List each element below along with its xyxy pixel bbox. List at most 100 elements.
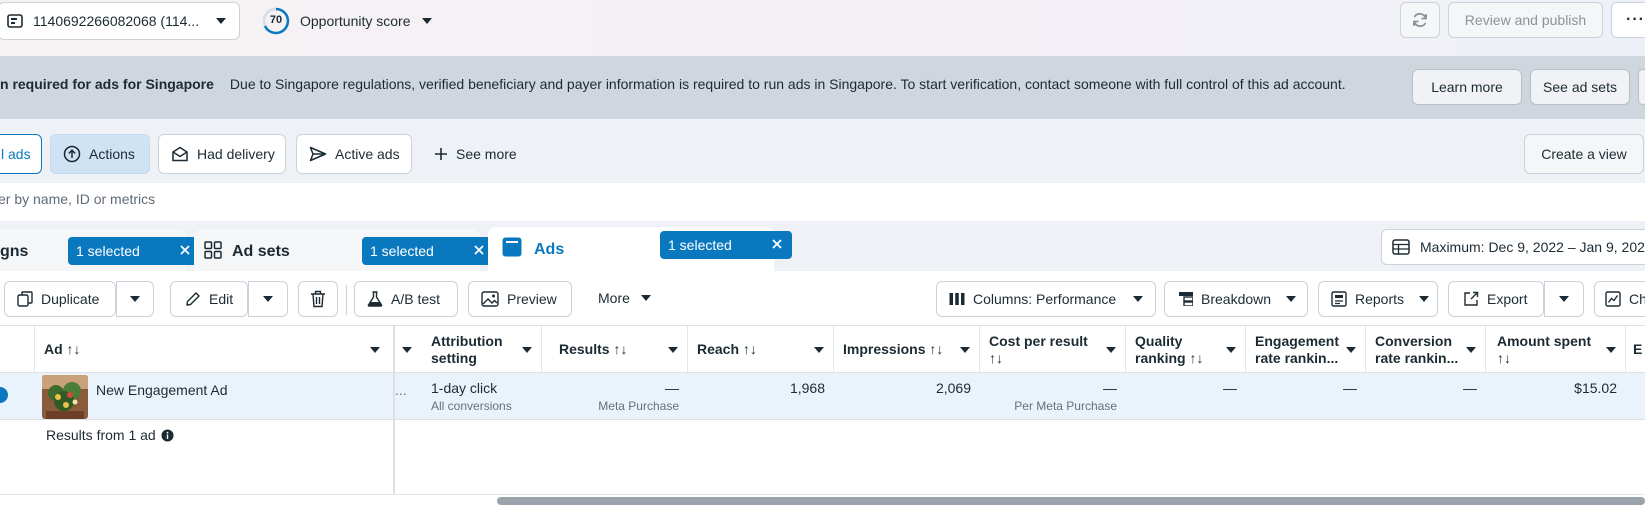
more-options-button[interactable]: ··· <box>1611 2 1645 38</box>
reports-button[interactable]: Reports <box>1318 281 1438 317</box>
column-header-engagement-ranking[interactable]: Engagement rate rankin... <box>1245 326 1365 373</box>
more-actions-button[interactable]: More <box>598 290 652 306</box>
see-ad-sets-button[interactable]: See ad sets <box>1530 69 1630 105</box>
chevron-down-icon[interactable] <box>1105 346 1117 354</box>
edit-button[interactable]: Edit <box>170 281 248 317</box>
export-button[interactable]: Export <box>1448 281 1544 317</box>
filter-active-ads-label: Active ads <box>335 146 400 162</box>
duplicate-button[interactable]: Duplicate <box>4 281 116 317</box>
chevron-down-icon <box>1558 295 1570 303</box>
more-actions-label: More <box>598 290 630 306</box>
breakdown-button[interactable]: Breakdown <box>1164 281 1308 317</box>
results-sub: Meta Purchase <box>598 399 679 413</box>
column-header-attribution[interactable]: Attribution setting <box>421 326 541 373</box>
table-row[interactable]: New Engagement Ad ... 1-day click All co… <box>0 373 1645 420</box>
chevron-down-icon[interactable] <box>1465 346 1477 354</box>
reach-value: 1,968 <box>789 380 825 396</box>
close-icon[interactable] <box>178 243 192 257</box>
chevron-down-icon[interactable] <box>401 346 413 354</box>
envelope-icon <box>171 146 189 162</box>
tab-ads-label: Ads <box>534 241 565 258</box>
review-and-publish-button[interactable]: Review and publish <box>1448 2 1603 38</box>
chevron-down-icon[interactable] <box>369 346 381 354</box>
refresh-button[interactable] <box>1400 2 1440 38</box>
column-header-conversion-ranking[interactable]: Conversion rate rankin... <box>1365 326 1485 373</box>
account-selector[interactable]: 1140692266082068 (114... <box>0 2 240 40</box>
columns-button[interactable]: Columns: Performance <box>936 281 1156 317</box>
column-header-quality-ranking[interactable]: Quality ranking ↑↓ <box>1125 326 1245 373</box>
campaigns-selected-pill[interactable]: 1 selected <box>68 237 200 265</box>
edit-dropdown-button[interactable] <box>248 281 288 317</box>
top-bar: 1140692266082068 (114... 70 Opportunity … <box>0 0 1645 56</box>
duplicate-dropdown-button[interactable] <box>116 281 154 317</box>
opportunity-score-label: Opportunity score <box>300 13 411 29</box>
chevron-down-icon <box>640 294 652 302</box>
chevron-down-icon[interactable] <box>813 346 825 354</box>
column-header-impressions[interactable]: Impressions ↑↓ <box>833 326 979 373</box>
info-icon[interactable] <box>161 429 174 442</box>
column-header-cost-per-result[interactable]: Cost per result ↑↓ <box>979 326 1125 373</box>
column-header-amount-spent[interactable]: Amount spent ↑↓ <box>1485 326 1625 373</box>
column-header-delivery[interactable] <box>395 326 421 373</box>
opportunity-score[interactable]: 70 Opportunity score <box>262 6 433 36</box>
ad-thumbnail <box>42 375 88 419</box>
filter-all-ads[interactable]: l ads <box>0 134 42 174</box>
chevron-down-icon[interactable] <box>959 346 971 354</box>
charts-button[interactable]: Ch <box>1594 281 1645 317</box>
amount-spent-value: $15.02 <box>1574 380 1617 396</box>
ab-test-button[interactable]: A/B test <box>354 281 458 317</box>
chevron-down-icon <box>1285 295 1297 303</box>
column-header-reach[interactable]: Reach ↑↓ <box>687 326 833 373</box>
see-more-filters-button[interactable]: See more <box>432 134 532 174</box>
cost-sub: Per Meta Purchase <box>1014 399 1117 413</box>
chevron-down-icon[interactable] <box>667 346 679 354</box>
frozen-column-divider[interactable] <box>393 325 395 495</box>
level-tabs: gns 1 selected Ad sets 1 selected Ads 1 … <box>0 221 1645 271</box>
filter-actions[interactable]: Actions <box>50 134 150 174</box>
ads-selected-pill[interactable]: 1 selected <box>660 231 792 259</box>
ads-toolbar: Duplicate Edit A/B test Preview More Col… <box>0 271 1645 325</box>
column-header-attribution-label: Attribution setting <box>431 332 503 366</box>
column-header-ad[interactable]: Ad ↑↓ <box>34 326 393 373</box>
reports-label: Reports <box>1355 291 1405 307</box>
toolbar-divider <box>346 285 347 315</box>
close-icon[interactable] <box>472 243 486 257</box>
column-header-status[interactable] <box>0 326 34 373</box>
search-input[interactable] <box>0 191 598 207</box>
ad-name[interactable]: New Engagement Ad <box>96 382 228 398</box>
chevron-down-icon[interactable] <box>1225 346 1237 354</box>
filter-active-ads[interactable]: Active ads <box>296 134 412 174</box>
attribution-value: 1-day click <box>431 380 498 396</box>
column-header-next[interactable]: E <box>1625 326 1645 373</box>
chevron-down-icon <box>1132 295 1144 303</box>
learn-more-button[interactable]: Learn more <box>1412 69 1522 105</box>
column-header-results[interactable]: Results ↑↓ <box>541 326 687 373</box>
horizontal-scrollbar[interactable] <box>497 497 1645 505</box>
ads-selected-label: 1 selected <box>668 237 732 253</box>
date-range-picker[interactable]: Maximum: Dec 9, 2022 – Jan 9, 2026 <box>1381 229 1645 265</box>
ad-sets-selected-pill[interactable]: 1 selected <box>362 237 494 265</box>
close-icon[interactable] <box>770 237 784 251</box>
results-summary: Results from 1 ad <box>46 427 174 443</box>
chevron-down-icon[interactable] <box>1345 346 1357 354</box>
trash-icon <box>310 290 326 308</box>
ad-sets-icon <box>204 241 222 259</box>
tab-ad-sets[interactable]: Ad sets 1 selected <box>194 229 494 271</box>
filter-had-delivery[interactable]: Had delivery <box>158 134 286 174</box>
row-select-toggle[interactable] <box>0 387 8 403</box>
ab-test-label: A/B test <box>391 291 441 307</box>
cost-value: — <box>1103 380 1117 396</box>
delete-button[interactable] <box>298 281 338 317</box>
tab-campaigns[interactable]: gns 1 selected <box>0 229 200 271</box>
results-cell: — Meta Purchase <box>541 380 679 413</box>
export-dropdown-button[interactable] <box>1544 281 1584 317</box>
tab-ads[interactable]: Ads 1 selected <box>488 227 792 271</box>
banner-dismiss-button[interactable] <box>1638 69 1645 105</box>
charts-label: Ch <box>1629 291 1645 307</box>
pencil-icon <box>185 291 201 307</box>
create-view-button[interactable]: Create a view <box>1524 134 1644 174</box>
preview-button[interactable]: Preview <box>468 281 572 317</box>
chevron-down-icon <box>262 295 274 303</box>
chevron-down-icon[interactable] <box>521 346 533 354</box>
chevron-down-icon[interactable] <box>1605 346 1617 354</box>
